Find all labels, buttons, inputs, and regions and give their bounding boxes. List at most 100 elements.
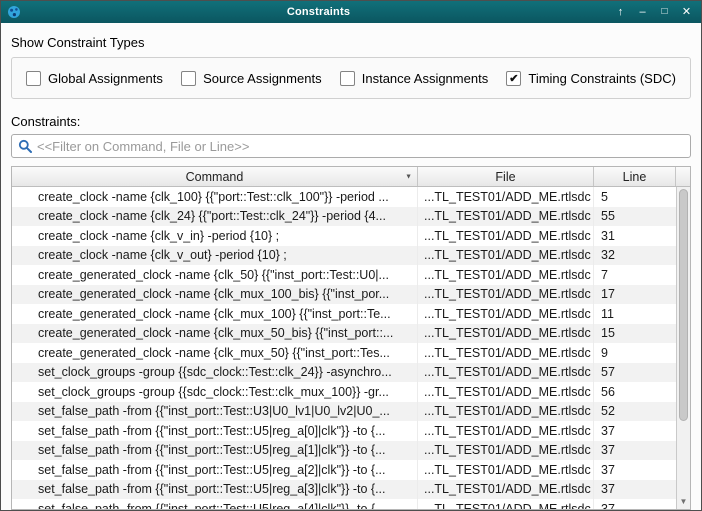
titlebar[interactable]: Constraints ↑ – □ ✕ xyxy=(1,1,701,23)
cell-line: 5 xyxy=(594,187,676,207)
table-row[interactable]: create_clock -name {clk_v_out} -period {… xyxy=(12,246,676,266)
table-row[interactable]: create_generated_clock -name {clk_50} {{… xyxy=(12,265,676,285)
cell-command: create_generated_clock -name {clk_50} {{… xyxy=(12,265,418,285)
cell-line: 57 xyxy=(594,363,676,383)
checkbox-box[interactable] xyxy=(340,71,355,86)
table-row[interactable]: create_clock -name {clk_v_in} -period {1… xyxy=(12,226,676,246)
close-button[interactable]: ✕ xyxy=(681,1,692,23)
cell-file: ...TL_TEST01/ADD_ME.rtlsdc xyxy=(418,441,594,461)
checkbox-label: Global Assignments xyxy=(48,71,163,86)
constraint-types-groupbox: Global Assignments Source Assignments Inst… xyxy=(11,57,691,99)
cell-command: set_false_path -from {{"inst_port::Test:… xyxy=(12,460,418,480)
cell-file: ...TL_TEST01/ADD_ME.rtlsdc xyxy=(418,363,594,383)
cell-command: set_false_path -from {{"inst_port::Test:… xyxy=(12,441,418,461)
table-row[interactable]: set_false_path -from {{"inst_port::Test:… xyxy=(12,402,676,422)
cell-line: 37 xyxy=(594,441,676,461)
vertical-scrollbar[interactable]: ▼ xyxy=(676,187,690,509)
table-row[interactable]: create_generated_clock -name {clk_mux_10… xyxy=(12,304,676,324)
window-controls: ↑ – □ ✕ xyxy=(615,1,695,23)
checkbox-global-assignments[interactable]: Global Assignments xyxy=(26,71,163,86)
table-row[interactable]: set_false_path -from {{"inst_port::Test:… xyxy=(12,460,676,480)
table-row[interactable]: create_generated_clock -name {clk_mux_10… xyxy=(12,285,676,305)
checkbox-box[interactable]: ✔ xyxy=(506,71,521,86)
cell-command: create_generated_clock -name {clk_mux_10… xyxy=(12,304,418,324)
cell-command: create_clock -name {clk_v_out} -period {… xyxy=(12,246,418,266)
table-row[interactable]: create_clock -name {clk_24} {{"port::Tes… xyxy=(12,207,676,227)
table-body: create_clock -name {clk_100} {{"port::Te… xyxy=(12,187,676,509)
checkbox-timing-constraints-sdc[interactable]: ✔ Timing Constraints (SDC) xyxy=(506,71,676,86)
cell-command: set_false_path -from {{"inst_port::Test:… xyxy=(12,402,418,422)
cell-file: ...TL_TEST01/ADD_ME.rtlsdc xyxy=(418,421,594,441)
maximize-button[interactable]: □ xyxy=(659,1,670,23)
rollup-button[interactable]: ↑ xyxy=(615,1,626,23)
column-header-label: File xyxy=(495,170,515,184)
cell-line: 56 xyxy=(594,382,676,402)
app-icon xyxy=(6,4,22,20)
cell-file: ...TL_TEST01/ADD_ME.rtlsdc xyxy=(418,460,594,480)
cell-line: 37 xyxy=(594,460,676,480)
cell-line: 52 xyxy=(594,402,676,422)
cell-command: create_generated_clock -name {clk_mux_50… xyxy=(12,343,418,363)
checkbox-box[interactable] xyxy=(26,71,41,86)
checkbox-label: Timing Constraints (SDC) xyxy=(528,71,676,86)
table-row[interactable]: create_generated_clock -name {clk_mux_50… xyxy=(12,343,676,363)
cell-command: create_clock -name {clk_24} {{"port::Tes… xyxy=(12,207,418,227)
cell-line: 11 xyxy=(594,304,676,324)
cell-file: ...TL_TEST01/ADD_ME.rtlsdc xyxy=(418,304,594,324)
cell-line: 17 xyxy=(594,285,676,305)
cell-command: create_clock -name {clk_v_in} -period {1… xyxy=(12,226,418,246)
table-row[interactable]: set_false_path -from {{"inst_port::Test:… xyxy=(12,441,676,461)
cell-file: ...TL_TEST01/ADD_ME.rtlsdc xyxy=(418,480,594,500)
cell-command: set_false_path -from {{"inst_port::Test:… xyxy=(12,499,418,509)
cell-command: create_generated_clock -name {clk_mux_10… xyxy=(12,285,418,305)
table-row[interactable]: set_false_path -from {{"inst_port::Test:… xyxy=(12,499,676,509)
cell-line: 37 xyxy=(594,480,676,500)
constraints-dialog: Constraints ↑ – □ ✕ Show Constraint Type… xyxy=(0,0,702,511)
cell-command: set_clock_groups -group {{sdc_clock::Tes… xyxy=(12,363,418,383)
scrollbar-thumb[interactable] xyxy=(679,189,688,421)
filter-input[interactable] xyxy=(37,139,685,154)
checkbox-source-assignments[interactable]: Source Assignments xyxy=(181,71,322,86)
cell-command: create_generated_clock -name {clk_mux_50… xyxy=(12,324,418,344)
cell-line: 32 xyxy=(594,246,676,266)
scroll-down-icon[interactable]: ▼ xyxy=(677,496,690,508)
table-row[interactable]: create_generated_clock -name {clk_mux_50… xyxy=(12,324,676,344)
column-header-file[interactable]: File xyxy=(418,167,594,186)
filter-box xyxy=(11,134,691,158)
constraints-label: Constraints: xyxy=(11,114,691,129)
sort-descending-icon[interactable]: ▼ xyxy=(405,173,412,180)
table-row[interactable]: set_clock_groups -group {{sdc_clock::Tes… xyxy=(12,382,676,402)
cell-file: ...TL_TEST01/ADD_ME.rtlsdc xyxy=(418,324,594,344)
window-title: Constraints xyxy=(22,6,615,18)
cell-line: 37 xyxy=(594,421,676,441)
column-header-line[interactable]: Line xyxy=(594,167,676,186)
search-icon xyxy=(17,139,32,154)
table-row[interactable]: set_clock_groups -group {{sdc_clock::Tes… xyxy=(12,363,676,383)
cell-file: ...TL_TEST01/ADD_ME.rtlsdc xyxy=(418,246,594,266)
table-row[interactable]: create_clock -name {clk_100} {{"port::Te… xyxy=(12,187,676,207)
table-row[interactable]: set_false_path -from {{"inst_port::Test:… xyxy=(12,480,676,500)
checkbox-box[interactable] xyxy=(181,71,196,86)
minimize-button[interactable]: – xyxy=(637,1,648,23)
show-constraint-types-heading: Show Constraint Types xyxy=(11,35,691,50)
column-header-command[interactable]: Command ▼ xyxy=(12,167,418,186)
table-row[interactable]: set_false_path -from {{"inst_port::Test:… xyxy=(12,421,676,441)
cell-file: ...TL_TEST01/ADD_ME.rtlsdc xyxy=(418,402,594,422)
cell-command: create_clock -name {clk_100} {{"port::Te… xyxy=(12,187,418,207)
cell-file: ...TL_TEST01/ADD_ME.rtlsdc xyxy=(418,343,594,363)
cell-command: set_clock_groups -group {{sdc_clock::Tes… xyxy=(12,382,418,402)
column-header-label: Command xyxy=(186,170,244,184)
dialog-content: Show Constraint Types Global Assignments… xyxy=(1,23,701,510)
cell-file: ...TL_TEST01/ADD_ME.rtlsdc xyxy=(418,382,594,402)
checkbox-instance-assignments[interactable]: Instance Assignments xyxy=(340,71,488,86)
cell-command: set_false_path -from {{"inst_port::Test:… xyxy=(12,480,418,500)
cell-file: ...TL_TEST01/ADD_ME.rtlsdc xyxy=(418,265,594,285)
cell-line: 55 xyxy=(594,207,676,227)
cell-file: ...TL_TEST01/ADD_ME.rtlsdc xyxy=(418,187,594,207)
cell-line: 7 xyxy=(594,265,676,285)
cell-command: set_false_path -from {{"inst_port::Test:… xyxy=(12,421,418,441)
cell-line: 9 xyxy=(594,343,676,363)
table-header: Command ▼ File Line xyxy=(12,167,690,187)
cell-file: ...TL_TEST01/ADD_ME.rtlsdc xyxy=(418,285,594,305)
cell-file: ...TL_TEST01/ADD_ME.rtlsdc xyxy=(418,226,594,246)
